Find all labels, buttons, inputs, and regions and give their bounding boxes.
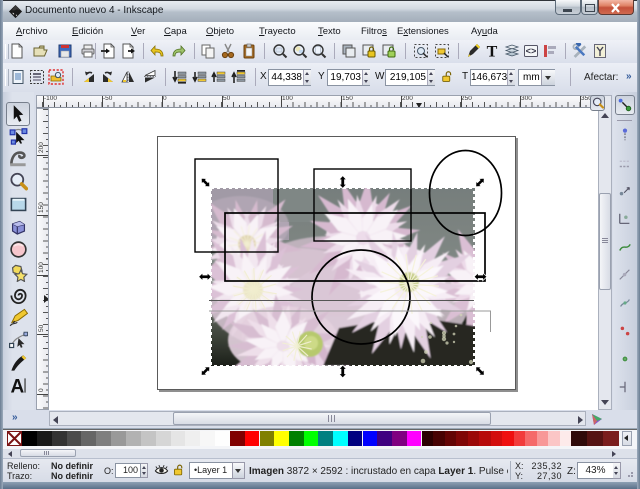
svg-text:T: T: [487, 44, 498, 60]
svg-text:<>: <>: [526, 47, 537, 57]
svg-text:A: A: [10, 377, 24, 395]
